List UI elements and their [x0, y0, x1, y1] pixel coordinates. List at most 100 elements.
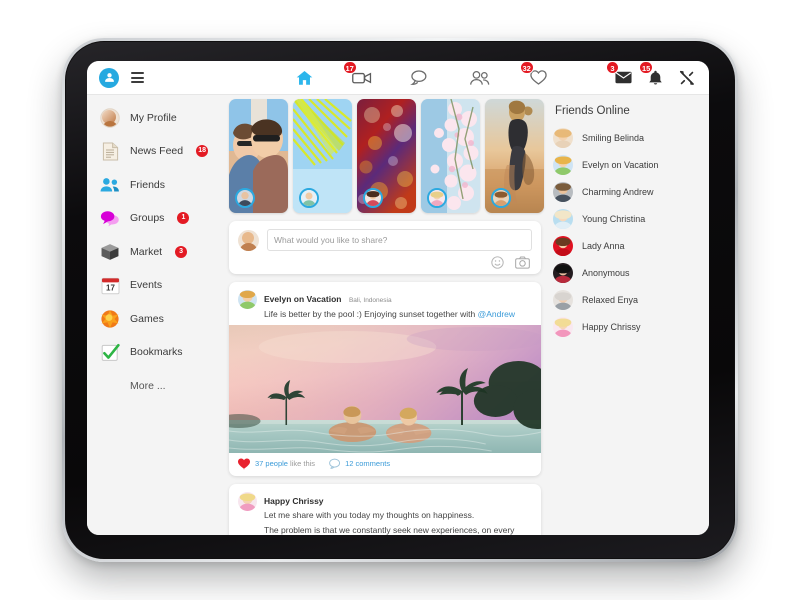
- sidebar-item-games[interactable]: Games: [87, 302, 227, 336]
- friend-online-young-christina[interactable]: Young Christina: [553, 205, 709, 232]
- composer-avatar: [238, 230, 259, 251]
- heart-icon[interactable]: 32: [519, 61, 548, 90]
- friend-name: Happy Chrissy: [582, 321, 641, 332]
- likes-count: 37 people: [255, 459, 288, 468]
- story-avatar: [427, 188, 447, 208]
- sidebar-item-events[interactable]: 17 Events: [87, 269, 227, 303]
- sunset-infinity-pool-photo[interactable]: [229, 324, 541, 453]
- post-author-name: Happy Chrissy: [264, 495, 324, 506]
- calendar-icon: 17: [100, 275, 120, 295]
- sidebar-badge: 1: [177, 212, 190, 225]
- bell-icon[interactable]: 15: [639, 61, 663, 90]
- story-avatar: [299, 188, 319, 208]
- sidebar-item-more[interactable]: More ...: [87, 369, 227, 403]
- top-bar-left-group: [87, 67, 227, 88]
- box-icon: [100, 242, 120, 262]
- sidebar-item-groups[interactable]: Groups 1: [87, 202, 227, 236]
- post-body: Life is better by the pool :) Enjoying s…: [264, 309, 478, 319]
- comments-action[interactable]: 12 comments: [329, 458, 390, 469]
- friends-online-title: Friends Online: [555, 105, 630, 117]
- friend-online-lady-anna[interactable]: Lady Anna: [553, 232, 709, 259]
- avatar: [553, 181, 573, 202]
- post-card-1: Evelyn on Vacation Bali, Indonesia Life …: [229, 282, 541, 476]
- tablet-device-frame: 17 32 3 15 My Profile News Feed 18 Frien…: [62, 38, 738, 562]
- avatar: [553, 154, 573, 175]
- video-badge: 17: [342, 61, 357, 74]
- checkmark-icon: [100, 342, 120, 362]
- app-top-bar: 17 32 3 15: [87, 61, 709, 95]
- post-body: The problem is that we constantly seek n…: [264, 524, 515, 535]
- post-card-2: Happy Chrissy Let me share with you toda…: [229, 483, 541, 536]
- top-bar-right-group: 3 15: [606, 61, 709, 90]
- video-icon[interactable]: 17: [342, 61, 372, 90]
- post-author-avatar[interactable]: [238, 290, 257, 309]
- story-palm-leaf[interactable]: [293, 99, 352, 213]
- smiley-icon[interactable]: [491, 256, 504, 269]
- likes-suffix: like this: [290, 459, 316, 468]
- friend-online-evelyn-on-vacation[interactable]: Evelyn on Vacation: [553, 151, 709, 178]
- camera-icon[interactable]: [515, 256, 530, 269]
- avatar: [553, 262, 573, 283]
- avatar: [553, 316, 573, 337]
- speech-bubbles-icon: [100, 208, 120, 228]
- post-mention[interactable]: @Andrew: [478, 309, 515, 319]
- sidebar-item-news-feed[interactable]: News Feed 18: [87, 135, 227, 169]
- sidebar-label: News Feed: [130, 145, 184, 158]
- feed-column: Evelyn on Vacation Bali, Indonesia Life …: [227, 95, 544, 536]
- friend-online-anonymous[interactable]: Anonymous: [553, 259, 709, 286]
- sidebar-badge: 3: [175, 245, 188, 258]
- friend-online-relaxed-enya[interactable]: Relaxed Enya: [553, 286, 709, 313]
- composer-right: [267, 229, 532, 269]
- story-beach-runner[interactable]: [485, 99, 544, 213]
- sidebar-badge: 18: [196, 145, 209, 158]
- stories-row: [227, 99, 544, 213]
- sidebar-item-friends[interactable]: Friends: [87, 168, 227, 202]
- sidebar-label: Friends: [130, 178, 166, 191]
- post-meta: Evelyn on Vacation Bali, Indonesia Life …: [264, 289, 532, 321]
- status-composer-card: [229, 221, 541, 274]
- post-actions: 37 people like this 12 comments: [229, 453, 541, 476]
- friend-name: Charming Andrew: [582, 186, 654, 197]
- post-author-avatar[interactable]: [238, 491, 257, 511]
- post-author-line: Happy Chrissy: [264, 491, 532, 509]
- sidebar-label: Events: [130, 279, 163, 292]
- sidebar-item-bookmarks[interactable]: Bookmarks: [87, 336, 227, 370]
- sidebar-label: My Profile: [130, 111, 177, 124]
- post-author-name: Evelyn on Vacation: [264, 294, 342, 304]
- bell-badge: 15: [639, 61, 654, 74]
- story-avatar: [235, 188, 255, 208]
- friend-online-smiling-belinda[interactable]: Smiling Belinda: [553, 124, 709, 151]
- story-cherry-blossom[interactable]: [421, 99, 480, 213]
- likes-action[interactable]: 37 people like this: [238, 458, 315, 470]
- hamburger-menu-icon[interactable]: [129, 70, 146, 85]
- burst-icon: [100, 309, 120, 329]
- friend-online-happy-chrissy[interactable]: Happy Chrissy: [553, 313, 709, 340]
- story-couple-selfie[interactable]: [229, 99, 288, 213]
- sidebar-item-market[interactable]: Market 3: [87, 235, 227, 269]
- chat-icon[interactable]: [409, 66, 431, 90]
- comment-bubble-icon: [329, 458, 341, 469]
- share-input[interactable]: [267, 229, 532, 251]
- friends-icon[interactable]: [469, 66, 491, 90]
- sidebar-label: More ...: [130, 379, 166, 392]
- profile-photo-icon: [100, 108, 120, 128]
- people-icon: [100, 175, 120, 195]
- post-header: Happy Chrissy Let me share with you toda…: [229, 484, 541, 536]
- post-author-line: Evelyn on Vacation Bali, Indonesia: [264, 289, 532, 307]
- heart-filled-icon: [238, 458, 251, 469]
- composer-tools: [267, 251, 532, 269]
- friend-online-charming-andrew[interactable]: Charming Andrew: [553, 178, 709, 205]
- comments-text: 12 comments: [345, 459, 391, 468]
- story-avatar: [491, 188, 511, 208]
- post-header: Evelyn on Vacation Bali, Indonesia Life …: [229, 282, 541, 325]
- friend-name: Smiling Belinda: [582, 132, 645, 143]
- tools-icon[interactable]: [679, 66, 695, 90]
- user-avatar-icon[interactable]: [99, 67, 119, 88]
- sidebar-item-my-profile[interactable]: My Profile: [87, 101, 227, 135]
- status-composer: [229, 221, 541, 274]
- mail-icon[interactable]: 3: [606, 61, 632, 90]
- sidebar-label: Market: [130, 245, 163, 258]
- story-bokeh-lights[interactable]: [357, 99, 416, 213]
- home-icon[interactable]: [295, 66, 314, 90]
- app-body: My Profile News Feed 18 Friends Groups 1…: [87, 95, 709, 535]
